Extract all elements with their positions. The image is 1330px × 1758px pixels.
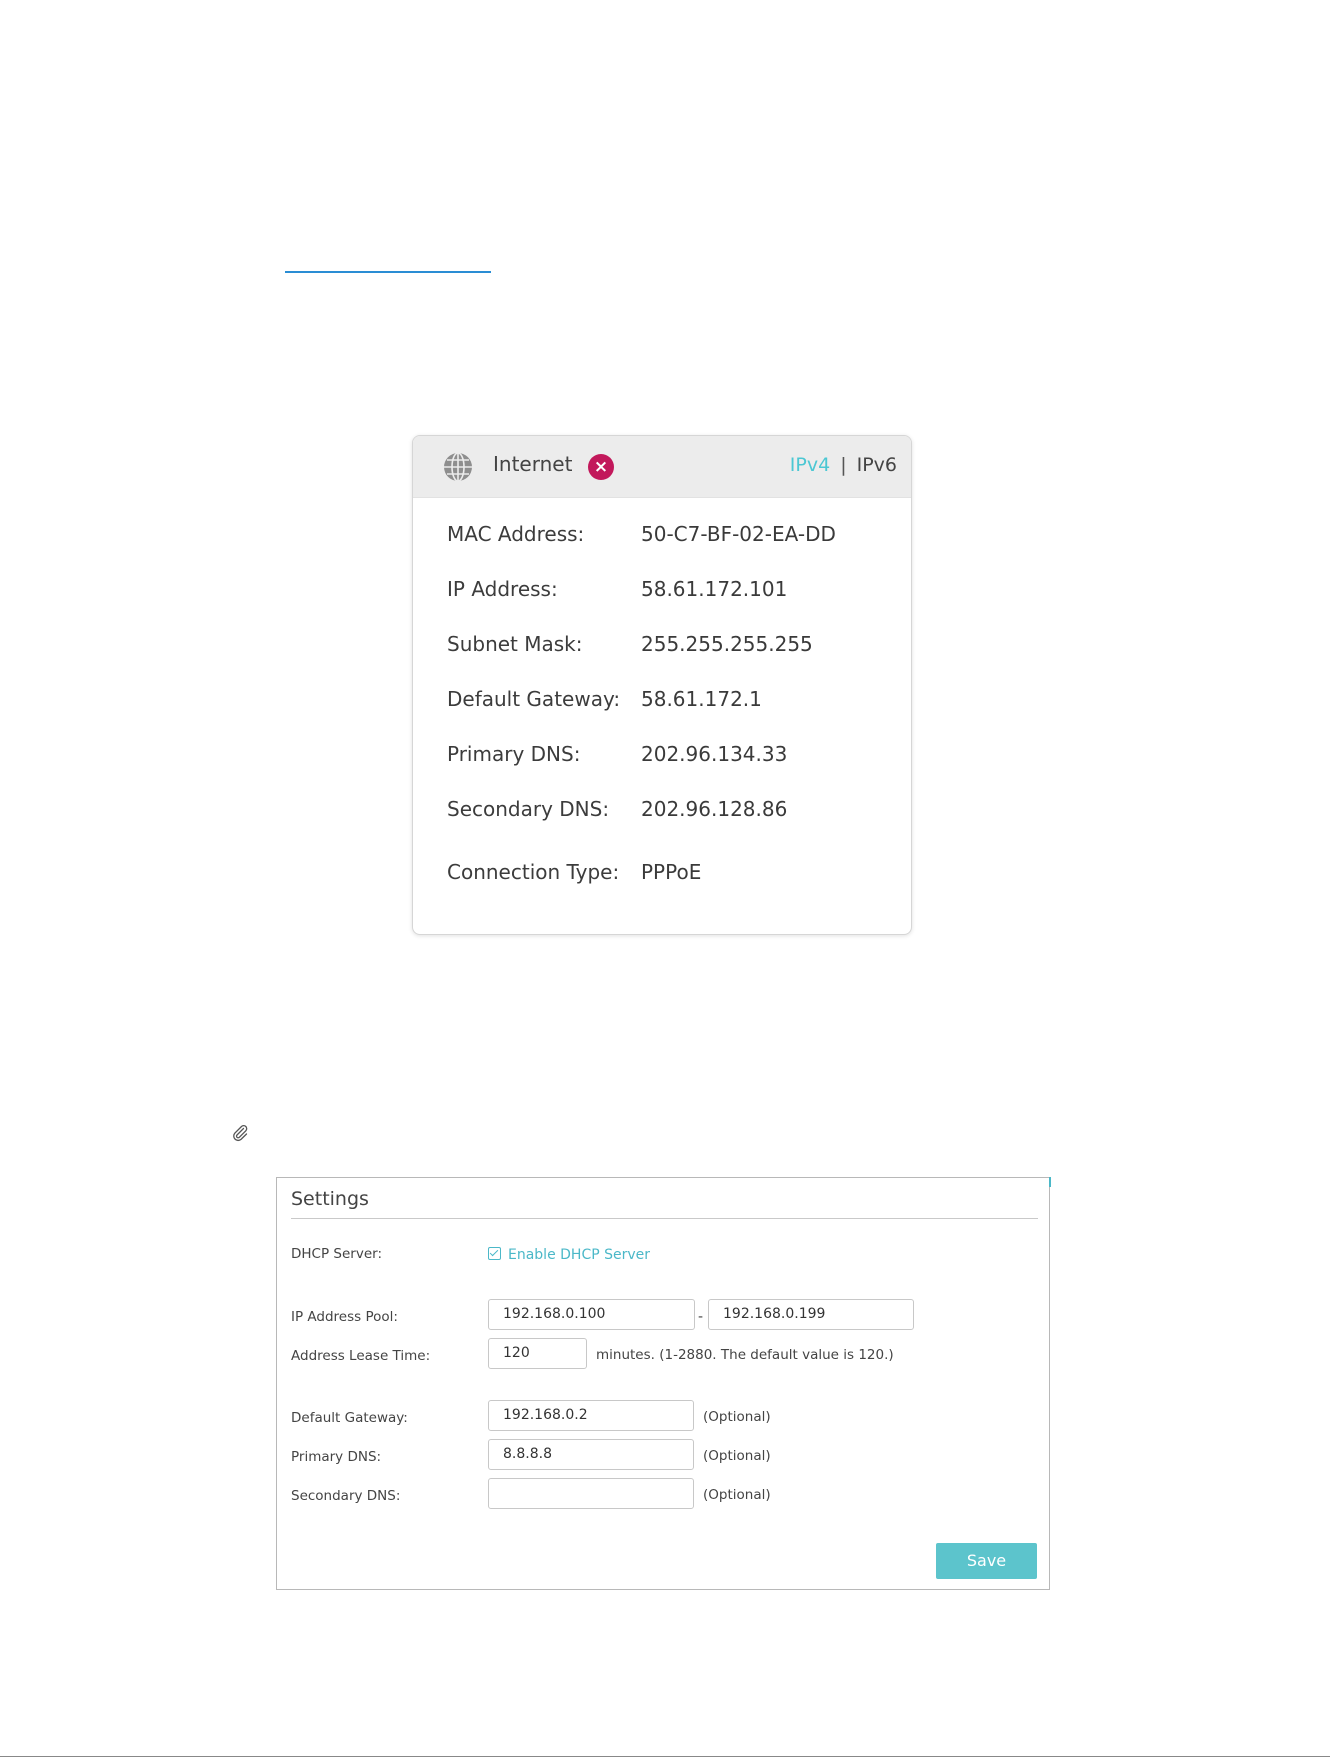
lease-time-input[interactable]: 120 xyxy=(488,1338,587,1369)
settings-title: Settings xyxy=(291,1188,369,1210)
info-label: Connection Type: xyxy=(447,860,620,884)
internet-card-header: Internet × IPv4 | IPv6 xyxy=(413,436,911,498)
tab-separator: | xyxy=(840,454,847,476)
enable-dhcp-checkbox[interactable]: Enable DHCP Server xyxy=(488,1246,650,1263)
info-label: Default Gateway: xyxy=(447,687,621,711)
ip-pool-end-input[interactable]: 192.168.0.199 xyxy=(708,1299,914,1330)
info-row-ip: IP Address: 58.61.172.101 xyxy=(447,577,787,601)
gateway-input[interactable]: 192.168.0.2 xyxy=(488,1400,694,1431)
tab-ipv6[interactable]: IPv6 xyxy=(857,454,897,476)
primary-dns-label: Primary DNS: xyxy=(291,1449,382,1465)
info-row-gateway: Default Gateway: 58.61.172.1 xyxy=(447,687,762,711)
enable-dhcp-label[interactable]: Enable DHCP Server xyxy=(508,1247,650,1263)
lease-time-note: minutes. (1-2880. The default value is 1… xyxy=(596,1347,894,1363)
info-value: 202.96.128.86 xyxy=(641,797,788,821)
underlined-link[interactable] xyxy=(285,271,491,273)
lease-time-label: Address Lease Time: xyxy=(291,1348,431,1364)
info-label: Secondary DNS: xyxy=(447,797,610,821)
tab-ipv4[interactable]: IPv4 xyxy=(790,454,830,476)
checkbox-checked-icon[interactable] xyxy=(488,1247,501,1260)
save-button[interactable]: Save xyxy=(936,1543,1037,1579)
internet-title: Internet xyxy=(493,452,573,476)
info-row-subnet: Subnet Mask: 255.255.255.255 xyxy=(447,632,813,656)
panel-corner-mark xyxy=(1049,1177,1051,1187)
range-dash: - xyxy=(698,1309,704,1325)
info-label: Subnet Mask: xyxy=(447,632,583,656)
gateway-label: Default Gateway: xyxy=(291,1410,408,1426)
gateway-optional-note: (Optional) xyxy=(703,1409,771,1425)
info-value: 50-C7-BF-02-EA-DD xyxy=(641,522,836,546)
paperclip-icon xyxy=(233,1124,248,1142)
internet-status-card: Internet × IPv4 | IPv6 MAC Address: 50-C7-B… xyxy=(412,435,912,935)
info-label: MAC Address: xyxy=(447,522,585,546)
info-label: Primary DNS: xyxy=(447,742,581,766)
ip-pool-start-input[interactable]: 192.168.0.100 xyxy=(488,1299,695,1330)
primary-dns-input[interactable]: 8.8.8.8 xyxy=(488,1439,694,1470)
dhcp-settings-panel: Settings DHCP Server: Enable DHCP Server… xyxy=(276,1177,1051,1590)
primary-dns-optional-note: (Optional) xyxy=(703,1448,771,1464)
secondary-dns-input[interactable] xyxy=(488,1478,694,1509)
globe-icon xyxy=(444,452,472,482)
info-row-connection-type: Connection Type: PPPoE xyxy=(447,860,701,884)
info-row-secondary-dns: Secondary DNS: 202.96.128.86 xyxy=(447,797,787,821)
info-label: IP Address: xyxy=(447,577,558,601)
info-row-primary-dns: Primary DNS: 202.96.134.33 xyxy=(447,742,787,766)
info-value: 202.96.134.33 xyxy=(641,742,788,766)
page-footer-line xyxy=(0,1756,1330,1757)
info-value: PPPoE xyxy=(641,860,702,884)
dhcp-server-label: DHCP Server: xyxy=(291,1246,382,1262)
close-circle-icon: × xyxy=(588,454,614,480)
divider xyxy=(291,1218,1038,1219)
info-value: 255.255.255.255 xyxy=(641,632,813,656)
secondary-dns-optional-note: (Optional) xyxy=(703,1487,771,1503)
info-row-mac: MAC Address: 50-C7-BF-02-EA-DD xyxy=(447,522,836,546)
ip-version-tabs: IPv4 | IPv6 xyxy=(790,454,897,476)
info-value: 58.61.172.101 xyxy=(641,577,788,601)
secondary-dns-label: Secondary DNS: xyxy=(291,1488,401,1504)
ip-pool-label: IP Address Pool: xyxy=(291,1309,398,1325)
info-value: 58.61.172.1 xyxy=(641,687,762,711)
